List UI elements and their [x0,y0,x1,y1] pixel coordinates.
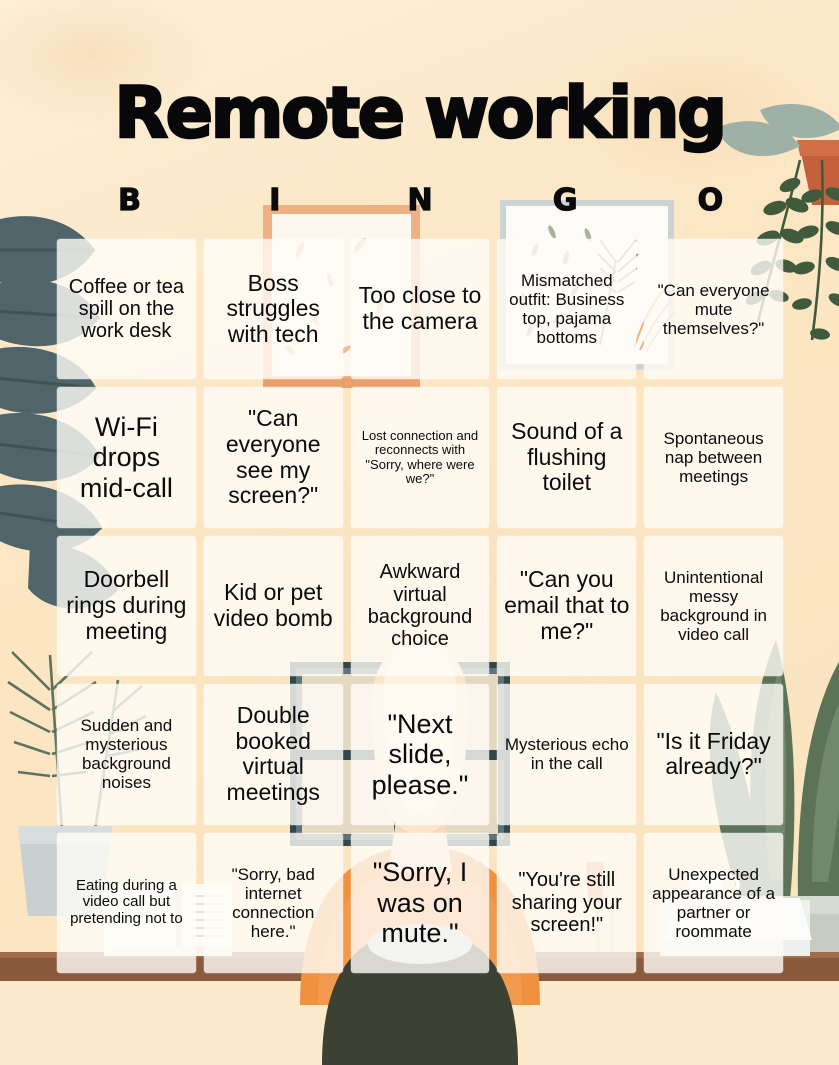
bingo-cell[interactable]: Coffee or tea spill on the work desk [57,239,196,380]
bingo-cell[interactable]: "Is it Friday already?" [644,684,783,825]
bingo-cell[interactable]: Spontaneous nap between meetings [644,387,783,528]
column-letter-g: G [552,183,578,218]
bingo-cell[interactable]: "Sorry, I was on mute." [350,832,490,973]
column-letter-n: N [407,183,433,218]
bingo-cell[interactable]: Eating during a video call but pretendin… [57,832,196,973]
bingo-cell[interactable]: Unintentional messy background in video … [644,535,783,677]
column-letter-b: B [118,183,142,218]
bingo-cell[interactable]: "Can you email that to me?" [497,535,637,677]
bingo-cell[interactable]: Boss struggles with tech [203,239,343,380]
bingo-cell[interactable]: Lost connection and reconnects with "Sor… [350,387,490,528]
bingo-cell[interactable]: Too close to the camera [350,239,490,380]
column-letter-i: I [269,183,281,218]
bingo-cell[interactable]: "You're still sharing your screen!" [497,832,637,973]
bingo-cell[interactable]: Awkward virtual background choice [350,535,490,677]
bingo-cell[interactable]: Wi-Fi drops mid-call [57,387,196,528]
bingo-cell[interactable]: Doorbell rings during meeting [57,535,196,677]
bingo-cell[interactable]: "Next slide, please." [350,684,490,825]
bingo-cell[interactable]: Mismatched outfit: Business top, pajama … [497,239,637,380]
bingo-cell[interactable]: Unexpected appearance of a partner or ro… [644,832,783,973]
bingo-cell[interactable]: Sudden and mysterious background noises [57,684,196,825]
column-letter-o: O [697,183,724,218]
bingo-cell[interactable]: "Sorry, bad internet connection here." [203,832,343,973]
bingo-cell[interactable]: Sound of a flushing toilet [497,387,637,528]
bingo-grid: Coffee or tea spill on the work desk Boss… [57,239,783,973]
bingo-cell[interactable]: "Can everyone mute themselves?" [644,239,783,380]
page-title: Remote working [113,71,728,156]
bingo-poster: Remote working B I N G O Coffee or tea s… [0,0,839,1065]
bingo-cell[interactable]: "Can everyone see my screen?" [203,387,343,528]
bingo-cell[interactable]: Kid or pet video bomb [203,535,343,677]
bingo-cell[interactable]: Mysterious echo in the call [497,684,637,825]
bingo-cell[interactable]: Double booked virtual meetings [203,684,343,825]
bingo-column-letters: B I N G O [57,183,783,218]
